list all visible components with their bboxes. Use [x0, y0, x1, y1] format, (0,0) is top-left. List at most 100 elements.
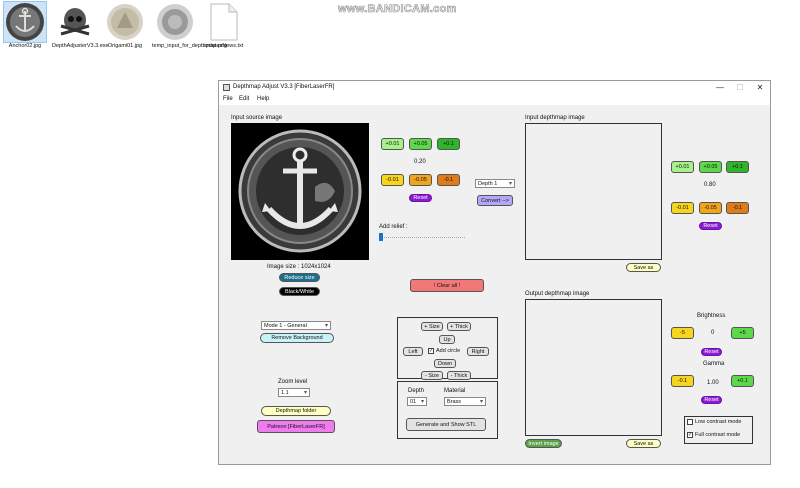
invert-image-button[interactable]: Invert image [525, 439, 562, 448]
source-image [231, 123, 369, 260]
relief-slider-thumb[interactable] [379, 233, 383, 241]
depth-minus-001-button[interactable]: -0.01 [671, 202, 694, 214]
depth-minus-01-button[interactable]: -0.1 [726, 202, 749, 214]
plus-01-button[interactable]: +0.1 [437, 138, 460, 150]
plus-size-button[interactable]: + Size [421, 322, 443, 331]
depth-plus-01-button[interactable]: +0.1 [726, 161, 749, 173]
full-contrast-label: Full contrast mode [695, 432, 741, 438]
output-depthmap-label: Output depthmap image [525, 291, 590, 297]
adjust-reset-button[interactable]: Reset [409, 194, 432, 202]
minus-001-button[interactable]: -0.01 [381, 174, 404, 186]
maximize-button[interactable]: ☐ [731, 82, 749, 94]
minimize-button[interactable]: — [711, 82, 729, 94]
gamma-minus-button[interactable]: -0.1 [671, 375, 694, 387]
convert-button[interactable]: Convert --> [477, 195, 513, 206]
desktop-file-anchor[interactable]: Anchor02.jpg [2, 1, 48, 50]
reduce-size-button[interactable]: Reduce size [279, 273, 320, 282]
bandicam-watermark: www.BANDICAM.com [338, 3, 457, 16]
remove-background-button[interactable]: Remove Background [260, 333, 334, 343]
desktop-file-updates[interactable]: updatesNews.txt [200, 1, 246, 50]
low-contrast-label: Low contrast mode [695, 419, 742, 425]
zoom-level-label: Zoom level [278, 379, 308, 385]
depth-reset-button[interactable]: Reset [699, 222, 722, 230]
low-contrast-checkbox[interactable]: Low contrast mode [687, 419, 741, 425]
minus-thick-button[interactable]: - Thick [447, 371, 471, 380]
patreon-button[interactable]: Patreon [FiberLaserFR] [257, 420, 335, 433]
output-depthmap-canvas [525, 299, 662, 436]
desktop-file-temp-input[interactable]: temp_input_for_depthmap.png [152, 1, 227, 50]
input-source-label: Input source image [231, 115, 283, 121]
full-contrast-checkbox[interactable]: ✓ Full contrast mode [687, 432, 740, 438]
plus-001-button[interactable]: +0.01 [381, 138, 404, 150]
checkbox-checked-icon: ✓ [428, 348, 434, 354]
input-save-as-button[interactable]: Save as [626, 263, 661, 272]
adjust-value: 0.20 [414, 159, 426, 165]
gamma-label: Gamma [703, 361, 725, 367]
add-circle-checkbox[interactable]: ✓ Add circle [428, 348, 460, 354]
desktop-file-depthadjuster[interactable]: DepthAdjusterV3.3.exe [52, 1, 109, 50]
image-thumbnail-coin-icon [157, 4, 193, 40]
minus-01-button[interactable]: -0.1 [437, 174, 460, 186]
desktop-file-origami[interactable]: Origami01.jpg [102, 1, 148, 50]
close-button[interactable]: ✕ [751, 82, 769, 94]
checkbox-unchecked-icon [687, 419, 693, 425]
desktop-file-label: temp_input_for_depthmap.png [152, 43, 227, 49]
material-label: Material [444, 388, 466, 394]
gamma-value: 1.00 [707, 380, 719, 386]
depth-adjust-value: 0.80 [704, 182, 716, 188]
add-relief-label: Add relief : [379, 224, 408, 230]
up-button[interactable]: Up [439, 335, 455, 344]
image-thumbnail-anchor-icon [6, 3, 44, 41]
brightness-reset-button[interactable]: Reset [701, 348, 722, 356]
right-button[interactable]: Right [467, 347, 489, 356]
desktop-file-label: Origami01.jpg [107, 43, 143, 49]
window-title: Depthmap Adjust V3.3 [FiberLaserFR] [233, 84, 335, 90]
minus-005-button[interactable]: -0.05 [409, 174, 432, 186]
generate-stl-button[interactable]: Generate and Show STL [406, 418, 486, 431]
brightness-plus-button[interactable]: +5 [731, 327, 754, 339]
down-button[interactable]: Down [434, 359, 456, 368]
menu-help[interactable]: Help [257, 96, 269, 102]
menu-bar: File Edit Help [219, 95, 770, 105]
left-button[interactable]: Left [403, 347, 423, 356]
brightness-label: Brightness [697, 313, 726, 319]
depth-minus-005-button[interactable]: -0.05 [699, 202, 722, 214]
depth-plus-001-button[interactable]: +0.01 [671, 161, 694, 173]
menu-file[interactable]: File [223, 96, 233, 102]
image-thumbnail-origami-icon [107, 4, 143, 40]
menu-edit[interactable]: Edit [239, 96, 249, 102]
minus-size-button[interactable]: - Size [421, 371, 443, 380]
title-bar: Depthmap Adjust V3.3 [FiberLaserFR] — ☐ … [219, 81, 770, 95]
brightness-minus-button[interactable]: -5 [671, 327, 694, 339]
input-depthmap-canvas [525, 123, 662, 260]
desktop-file-label: updatesNews.txt [202, 43, 244, 49]
output-save-as-button[interactable]: Save as [626, 439, 661, 448]
anchor-coin-image [238, 129, 362, 253]
plus-005-button[interactable]: +0.05 [409, 138, 432, 150]
depth-select[interactable]: Depth 1 [475, 179, 515, 188]
brightness-value: 0 [711, 330, 715, 336]
image-size-text: Image size : 1024x1024 [267, 264, 331, 270]
depthmap-adjust-window: Depthmap Adjust V3.3 [FiberLaserFR] — ☐ … [218, 80, 771, 465]
skull-app-icon [56, 5, 94, 39]
material-select[interactable]: Brass [444, 397, 486, 406]
add-circle-label: Add circle [436, 348, 461, 354]
gamma-reset-button[interactable]: Reset [701, 396, 722, 404]
depth-value-select[interactable]: 01 [407, 397, 427, 406]
input-depthmap-label: Input depthmap image [525, 115, 585, 121]
relief-slider-track[interactable] [381, 237, 465, 238]
app-icon [223, 84, 230, 91]
gamma-plus-button[interactable]: +0.1 [731, 375, 754, 387]
clear-all-button[interactable]: ! Clear all ! [410, 279, 484, 292]
text-file-icon [210, 3, 238, 41]
mode-select[interactable]: Mode 1 - General [261, 321, 331, 330]
plus-thick-button[interactable]: + Thick [447, 322, 471, 331]
depth-plus-005-button[interactable]: +0.05 [699, 161, 722, 173]
desktop-file-label: DepthAdjusterV3.3.exe [52, 43, 109, 49]
checkbox-checked-icon: ✓ [687, 432, 693, 438]
black-white-button[interactable]: Black/White [279, 287, 320, 296]
desktop-file-label: Anchor02.jpg [8, 43, 42, 49]
depth-label: Depth [408, 388, 425, 394]
depthmap-folder-button[interactable]: Depthmap folder [261, 406, 331, 416]
zoom-select[interactable]: 1.1 [278, 388, 310, 397]
